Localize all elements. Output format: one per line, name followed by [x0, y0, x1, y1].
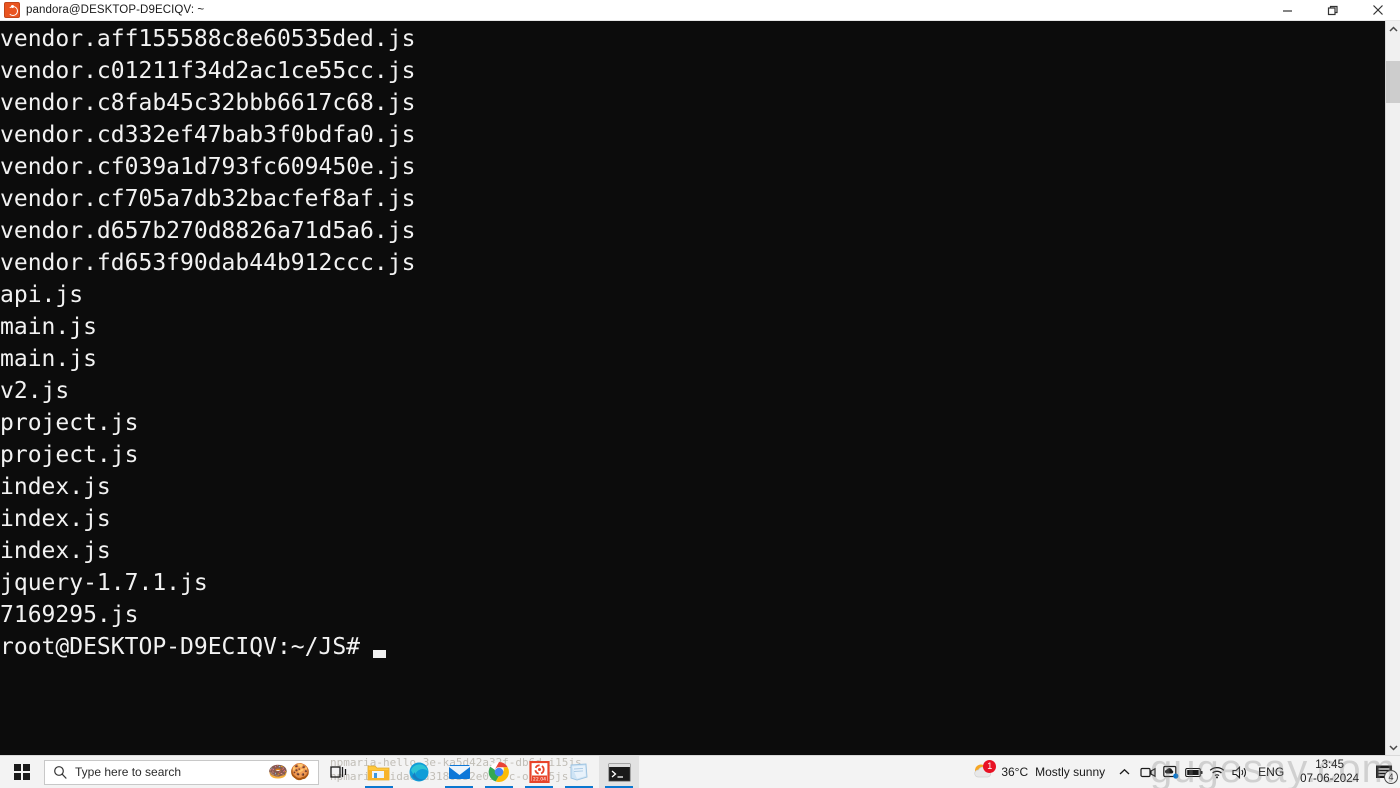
weather-temperature: 36°C	[1001, 765, 1029, 779]
taskbar-app-windows-terminal[interactable]	[599, 755, 639, 788]
terminal-scrollbar[interactable]	[1385, 21, 1400, 755]
window-titlebar[interactable]: pandora@DESKTOP-D9ECIQV: ~	[0, 0, 1400, 21]
taskbar-app-mail[interactable]	[439, 756, 479, 788]
taskbar-app-ubuntu[interactable]: 22.04	[519, 756, 559, 788]
clock-widget[interactable]: 13:45 07-06-2024	[1291, 758, 1368, 786]
desktop-screen: pandora@DESKTOP-D9ECIQV: ~ vendor.aff155…	[0, 0, 1400, 788]
scrollbar-thumb[interactable]	[1386, 61, 1400, 103]
wifi-icon[interactable]	[1205, 756, 1228, 788]
weather-condition: Mostly sunny	[1035, 765, 1106, 779]
show-hidden-icons-button[interactable]	[1113, 756, 1136, 788]
action-center-button[interactable]: 4	[1368, 756, 1400, 788]
terminal-line: v2.js	[0, 378, 70, 404]
terminal-line: main.js	[0, 346, 97, 372]
terminal-line: api.js	[0, 282, 84, 308]
windows-taskbar[interactable]: Type here to search 🍩🍪 npmaria-hello-3e-…	[0, 747, 1400, 788]
taskbar-app-google-chrome[interactable]	[479, 756, 519, 788]
terminal-line: vendor.c8fab45c32bbb6617c68.js	[0, 90, 416, 116]
terminal-line: index.js	[0, 506, 111, 532]
windows-logo-icon	[14, 764, 30, 780]
scroll-down-button[interactable]	[1386, 739, 1400, 755]
onedrive-icon[interactable]	[1159, 756, 1182, 788]
taskbar-app-file-explorer[interactable]	[359, 756, 399, 788]
scrollbar-track[interactable]	[1386, 37, 1400, 739]
terminal-line: vendor.cd332ef47bab3f0bdfa0.js	[0, 122, 416, 148]
meet-now-icon[interactable]	[1136, 756, 1159, 788]
terminal-line: vendor.aff155588c8e60535ded.js	[0, 26, 416, 52]
weather-widget[interactable]: 1 36°C Mostly sunny	[964, 756, 1113, 788]
clock-time: 13:45	[1315, 759, 1344, 771]
search-emoji-icons: 🍩🍪	[268, 764, 312, 781]
taskbar-app-sticky-notes[interactable]	[559, 756, 599, 788]
search-input[interactable]: Type here to search 🍩🍪	[44, 759, 319, 785]
clock-date: 07-06-2024	[1300, 773, 1359, 785]
ubuntu-icon[interactable]	[4, 2, 20, 18]
terminal-line: 7169295.js	[0, 602, 139, 628]
weather-sun-cloud-icon: 1	[972, 760, 997, 783]
language-indicator[interactable]: ENG	[1251, 765, 1291, 779]
terminal-line: jquery-1.7.1.js	[0, 570, 208, 596]
close-button[interactable]	[1355, 0, 1400, 21]
search-icon	[45, 760, 75, 785]
window-title: pandora@DESKTOP-D9ECIQV: ~	[26, 4, 205, 16]
terminal-line: index.js	[0, 538, 111, 564]
terminal-cursor	[373, 650, 387, 658]
terminal-line: main.js	[0, 314, 97, 340]
weather-notification-badge: 1	[983, 760, 997, 773]
task-view-button[interactable]	[319, 756, 359, 788]
terminal-line: vendor.fd653f90dab44b912ccc.js	[0, 250, 416, 276]
terminal-line: vendor.cf705a7db32bacfef8af.js	[0, 186, 416, 212]
terminal-line: project.js	[0, 442, 139, 468]
start-button[interactable]	[0, 756, 44, 788]
terminal-prompt-line: root@DESKTOP-D9ECIQV:~/JS#	[0, 631, 1385, 663]
taskbar-app-microsoft-edge[interactable]	[399, 756, 439, 788]
minimize-button[interactable]	[1265, 0, 1310, 21]
svg-text:22.04: 22.04	[532, 776, 545, 782]
maximize-restore-button[interactable]	[1310, 0, 1355, 21]
terminal-line: project.js	[0, 410, 139, 436]
terminal-prompt: root@DESKTOP-D9ECIQV:~/JS#	[0, 634, 361, 660]
notification-count-badge: 4	[1384, 769, 1398, 784]
terminal-line: vendor.cf039a1d793fc609450e.js	[0, 154, 416, 180]
terminal-line: vendor.c01211f34d2ac1ce55cc.js	[0, 58, 416, 84]
battery-icon[interactable]	[1182, 756, 1205, 788]
search-placeholder: Type here to search	[75, 765, 182, 779]
terminal-line: index.js	[0, 474, 111, 500]
system-tray[interactable]: ENG 13:45 07-06-2024 4	[1113, 756, 1400, 788]
terminal-line: vendor.d657b270d8826a71d5a6.js	[0, 218, 416, 244]
volume-icon[interactable]	[1228, 756, 1251, 788]
scroll-up-button[interactable]	[1386, 21, 1400, 37]
terminal-text: vendor.aff155588c8e60535ded.js vendor.c01…	[0, 21, 1385, 631]
terminal-output-area[interactable]: vendor.aff155588c8e60535ded.js vendor.c01…	[0, 21, 1385, 755]
